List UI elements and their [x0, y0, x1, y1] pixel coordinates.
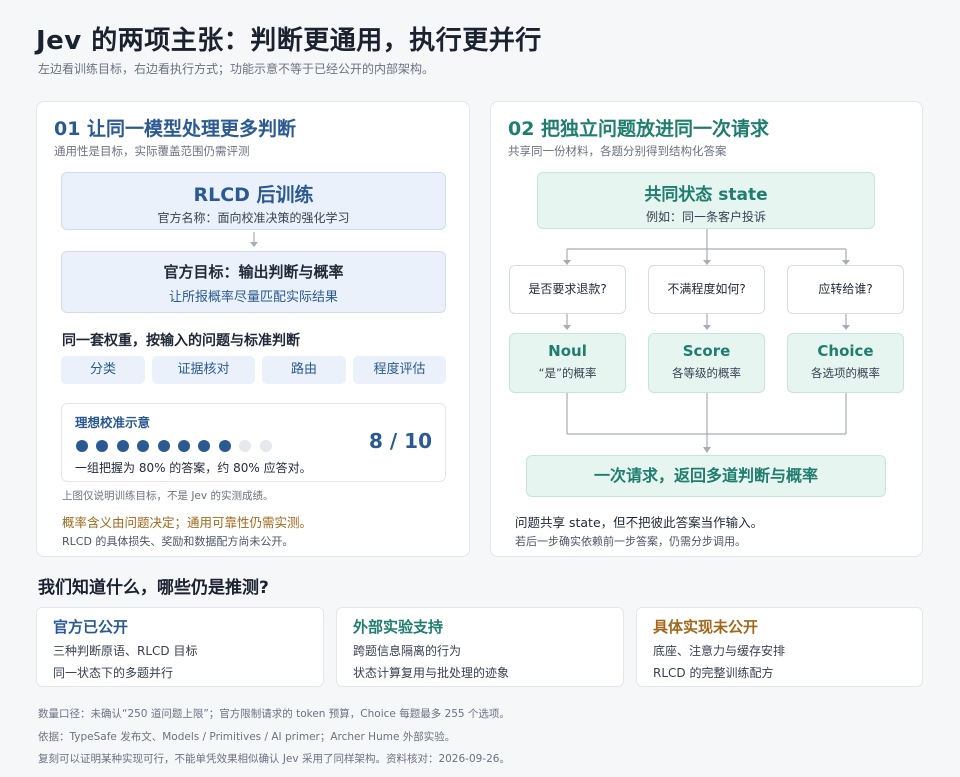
- right-note-dependency: 若后一步确实依赖前一步答案，仍需分步调用。: [515, 535, 746, 548]
- output-choice: Choice 各选项的概率: [787, 333, 904, 393]
- card-external-experiments-title: 外部实验支持: [353, 618, 444, 636]
- goal-box-subtitle: 让所报概率尽量匹配实际结果: [168, 290, 338, 305]
- left-panel-heading: 01 让同一模型处理更多判断: [54, 118, 297, 140]
- card-external-experiments-line-2: 状态计算复用与批处理的迹象: [353, 666, 510, 680]
- calibration-score: 8 / 10: [369, 429, 432, 453]
- question-routing: 应转给谁?: [787, 265, 904, 314]
- left-note-disclaimer: 上图仅说明训练目标，不是 Jev 的实测成绩。: [62, 490, 274, 502]
- card-implementation-undisclosed: 具体实现未公开 底座、注意力与缓存安排 RLCD 的完整训练配方: [636, 607, 923, 687]
- question-dissatisfaction: 不满程度如何?: [648, 265, 765, 314]
- tag-evidence-check: 证据核对: [152, 356, 255, 384]
- output-choice-name: Choice: [817, 342, 874, 360]
- card-external-experiments-line-1: 跨题信息隔离的行为: [353, 644, 462, 658]
- card-officially-published: 官方已公开 三种判断原语、RLCD 目标 同一状态下的多题并行: [36, 607, 324, 687]
- card-officially-published-title: 官方已公开: [53, 618, 129, 636]
- card-external-experiments: 外部实验支持 跨题信息隔离的行为 状态计算复用与批处理的迹象: [336, 607, 624, 687]
- right-panel-subheading: 共享同一份材料，各题分别得到结构化答案: [508, 144, 727, 158]
- footer-quantity-note: 数量口径：未确认“250 道问题上限”；官方限制请求的 token 预算，Cho…: [38, 708, 510, 720]
- output-noul-desc: “是”的概率: [538, 366, 597, 380]
- rlcd-box: RLCD 后训练 官方名称：面向校准决策的强化学习: [61, 172, 446, 230]
- card-officially-published-line-2: 同一状态下的多题并行: [53, 666, 174, 680]
- calibration-dot-correct: [177, 440, 190, 452]
- shared-state-box: 共同状态 state 例如：同一条客户投诉: [537, 172, 875, 229]
- calibration-dot-correct: [218, 440, 231, 452]
- goal-box-title: 官方目标：输出判断与概率: [163, 263, 344, 281]
- question-refund: 是否要求退款?: [509, 265, 626, 314]
- goal-box: 官方目标：输出判断与概率 让所报概率尽量匹配实际结果: [61, 251, 446, 313]
- calibration-title: 理想校准示意: [75, 415, 151, 430]
- left-note-warning: 概率含义由问题决定；通用可靠性仍需实测。: [62, 515, 313, 530]
- calibration-dots: [76, 437, 280, 452]
- single-request-result: 一次请求，返回多道判断与概率: [526, 455, 886, 497]
- output-score: Score 各等级的概率: [648, 333, 765, 393]
- section-title: 我们知道什么，哪些仍是推测?: [38, 578, 269, 598]
- card-implementation-undisclosed-line-1: 底座、注意力与缓存安排: [653, 644, 786, 658]
- left-note-undisclosed: RLCD 的具体损失、奖励和数据配方尚未公开。: [62, 535, 294, 548]
- weights-label: 同一套权重，按输入的问题与标准判断: [62, 333, 300, 349]
- card-implementation-undisclosed-line-2: RLCD 的完整训练配方: [653, 666, 774, 680]
- output-choice-desc: 各选项的概率: [811, 366, 880, 380]
- calibration-dot-correct: [76, 440, 88, 452]
- tag-routing: 路由: [262, 356, 346, 384]
- output-score-name: Score: [682, 342, 731, 360]
- shared-state-subtitle: 例如：同一条客户投诉: [645, 210, 766, 224]
- tag-classification: 分类: [61, 356, 145, 384]
- calibration-dot-correct: [137, 440, 150, 452]
- calibration-dot-correct: [96, 440, 109, 452]
- shared-state-title: 共同状态 state: [644, 185, 768, 205]
- tag-degree-assessment: 程度评估: [353, 356, 446, 384]
- right-note-shared-state: 问题共享 state，但不把彼此答案当作输入。: [515, 515, 764, 530]
- output-score-desc: 各等级的概率: [672, 366, 741, 380]
- left-panel-subheading: 通用性是目标，实际覆盖范围仍需评测: [54, 144, 250, 158]
- calibration-dot-correct: [157, 440, 170, 452]
- calibration-description: 一组把握为 80% 的答案，约 80% 应答对。: [75, 461, 312, 475]
- calibration-dot-incorrect: [259, 440, 272, 452]
- page-subtitle: 左边看训练目标，右边看执行方式；功能示意不等于已经公开的内部架构。: [38, 62, 435, 76]
- calibration-dot-correct: [198, 440, 211, 452]
- rlcd-box-title: RLCD 后训练: [193, 184, 314, 206]
- arrow-down-icon: [250, 232, 258, 247]
- card-implementation-undisclosed-title: 具体实现未公开: [653, 618, 759, 636]
- footer-caveat: 复刻可以证明某种实现可行，不能单凭效果相似确认 Jev 采用了同样架构。资料核对…: [38, 753, 510, 765]
- rlcd-box-subtitle: 官方名称：面向校准决策的强化学习: [157, 211, 350, 225]
- calibration-dot-incorrect: [239, 440, 252, 452]
- output-noul: Noul “是”的概率: [509, 333, 626, 393]
- page-title: Jev 的两项主张：判断更通用，执行更并行: [36, 26, 542, 56]
- footer-sources: 依据：TypeSafe 发布文、Models / Primitives / AI…: [38, 731, 456, 743]
- card-officially-published-line-1: 三种判断原语、RLCD 目标: [53, 644, 198, 658]
- calibration-dot-correct: [116, 440, 129, 452]
- output-noul-name: Noul: [548, 342, 587, 360]
- right-panel-heading: 02 把独立问题放进同一次请求: [508, 118, 770, 140]
